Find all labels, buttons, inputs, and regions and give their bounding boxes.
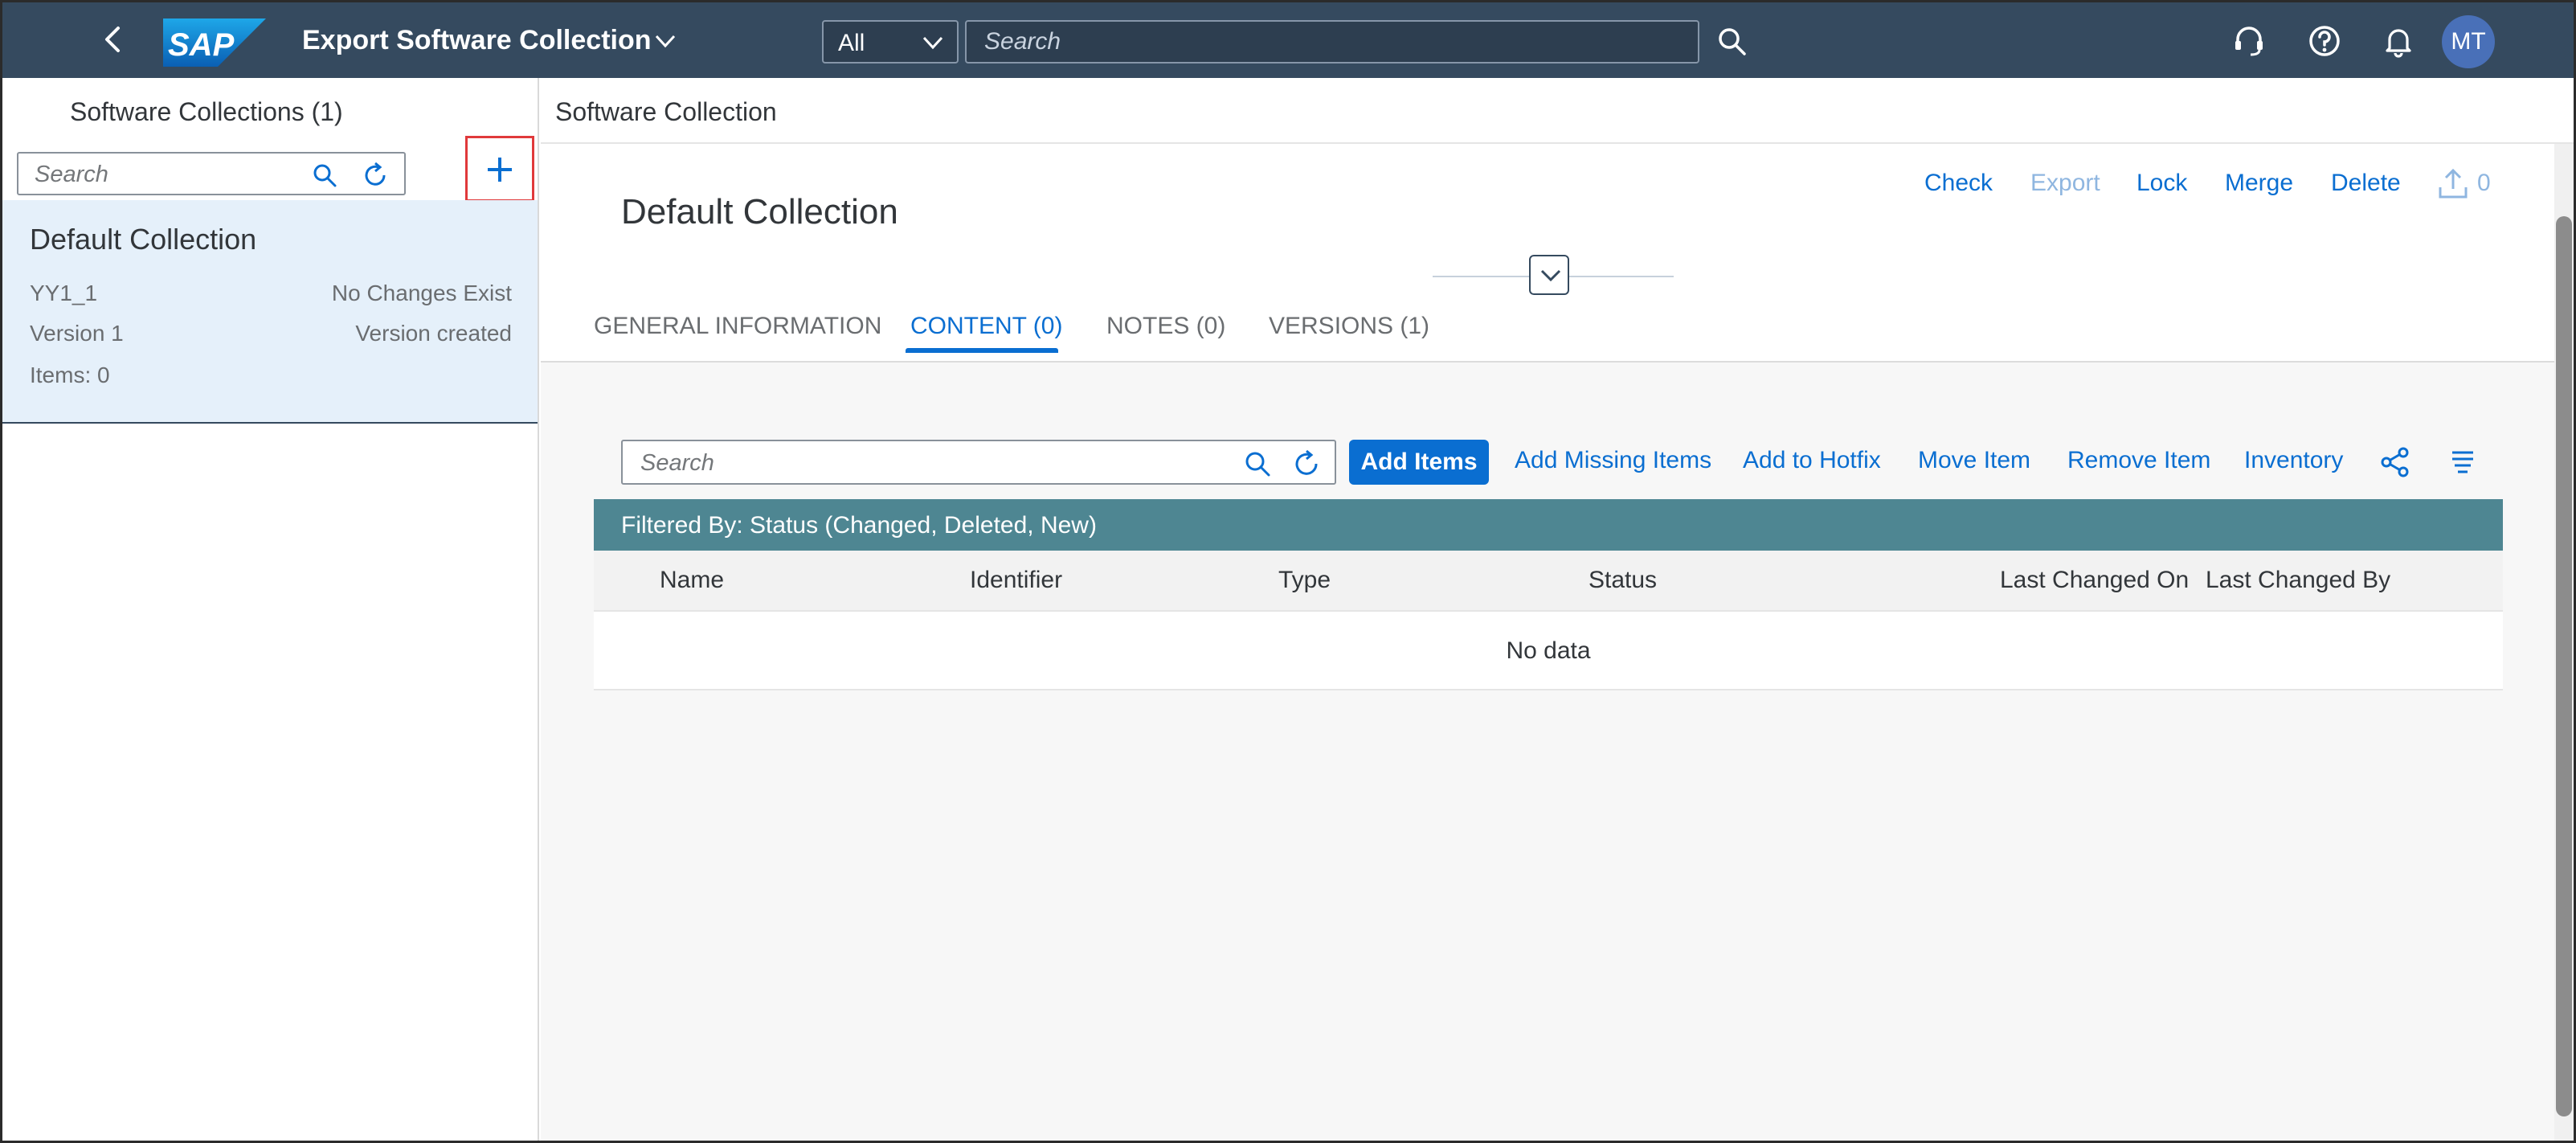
master-title: Software Collections (1): [70, 97, 343, 126]
header-divider: [1569, 276, 1674, 277]
search-icon[interactable]: [1715, 25, 1749, 59]
bell-icon[interactable]: [2381, 23, 2416, 59]
tab-versions[interactable]: VERSIONS (1): [1269, 313, 1429, 340]
scrollbar-thumb[interactable]: [2556, 216, 2572, 1116]
master-panel: Software Collections (1) Search Default …: [2, 78, 539, 1141]
merge-button[interactable]: Merge: [2225, 170, 2293, 197]
content-search-field[interactable]: Search: [621, 440, 1336, 485]
refresh-icon[interactable]: [1293, 449, 1322, 478]
chevron-down-icon[interactable]: [653, 31, 677, 51]
user-avatar[interactable]: MT: [2442, 15, 2495, 68]
list-item-version: Version 1: [30, 321, 124, 346]
headset-icon[interactable]: [2231, 23, 2267, 59]
header-divider: [1433, 276, 1529, 277]
search-icon[interactable]: [311, 162, 338, 189]
add-items-button[interactable]: Add Items: [1349, 440, 1489, 485]
tab-notes[interactable]: NOTES (0): [1106, 313, 1225, 340]
filter-info-bar: Filtered By: Status (Changed, Deleted, N…: [594, 499, 2503, 551]
list-item[interactable]: Default Collection YY1_1 No Changes Exis…: [2, 200, 538, 424]
column-header-last-changed-by[interactable]: Last Changed By: [2206, 567, 2390, 594]
list-item-count: Items: 0: [30, 363, 110, 387]
object-title: Default Collection: [621, 192, 898, 231]
search-scope-select[interactable]: All: [822, 20, 959, 63]
table-settings-icon[interactable]: [2447, 446, 2479, 478]
app-window: SAP Export Software Collection All Searc…: [0, 0, 2576, 1143]
detail-panel: Software Collection Default Collection C…: [541, 78, 2574, 1141]
share-icon[interactable]: [2379, 446, 2411, 478]
search-icon[interactable]: [1243, 449, 1272, 478]
help-icon[interactable]: [2307, 23, 2342, 59]
move-item-button[interactable]: Move Item: [1918, 447, 2030, 474]
lock-button[interactable]: Lock: [2136, 170, 2187, 197]
detail-header-bar: Software Collection: [541, 78, 2574, 144]
list-item-id: YY1_1: [30, 281, 98, 305]
table-body: No data: [594, 612, 2503, 690]
refresh-icon[interactable]: [362, 162, 390, 189]
check-button[interactable]: Check: [1924, 170, 1993, 197]
list-item-title: Default Collection: [30, 223, 257, 256]
column-header-type[interactable]: Type: [1278, 567, 1331, 594]
column-header-last-changed-on[interactable]: Last Changed On: [2000, 567, 2189, 594]
global-search-input[interactable]: [965, 20, 1699, 63]
object-header: Default Collection Check Export Lock Mer…: [541, 144, 2574, 363]
column-header-name[interactable]: Name: [660, 567, 724, 594]
master-search-field[interactable]: Search: [17, 152, 406, 195]
table-header: Name Identifier Type Status Last Changed…: [594, 551, 2503, 612]
add-to-hotfix-button[interactable]: Add to Hotfix: [1743, 447, 1881, 474]
shell-bar: SAP Export Software Collection All Searc…: [2, 2, 2574, 78]
back-icon[interactable]: [97, 23, 129, 55]
delete-button[interactable]: Delete: [2331, 170, 2401, 197]
upload-count: 0: [2477, 170, 2491, 196]
chevron-down-icon: [922, 36, 943, 50]
active-tab-indicator: [906, 348, 1058, 353]
column-header-status[interactable]: Status: [1589, 567, 1657, 594]
column-header-identifier[interactable]: Identifier: [970, 567, 1062, 594]
master-search-placeholder: Search: [35, 162, 108, 187]
search-scope-value: All: [838, 30, 865, 56]
list-item-status: No Changes Exist: [331, 281, 512, 305]
upload-icon[interactable]: [2437, 168, 2469, 200]
collapse-header-button[interactable]: [1529, 255, 1569, 295]
inventory-button[interactable]: Inventory: [2244, 447, 2343, 474]
add-collection-button[interactable]: [465, 136, 534, 202]
plus-icon: [488, 158, 512, 182]
no-data-text: No data: [1506, 637, 1591, 664]
detail-title: Software Collection: [555, 97, 777, 126]
tab-general-information[interactable]: GENERAL INFORMATION: [594, 313, 881, 340]
sap-logo-text: SAP: [168, 27, 235, 63]
filter-info-text: Filtered By: Status (Changed, Deleted, N…: [621, 512, 1097, 539]
chevron-down-icon: [1540, 269, 1561, 282]
export-button[interactable]: Export: [2030, 170, 2100, 197]
remove-item-button[interactable]: Remove Item: [2067, 447, 2210, 474]
list-item-version-status: Version created: [355, 321, 512, 346]
tab-content[interactable]: CONTENT (0): [910, 313, 1062, 340]
sap-logo[interactable]: SAP: [163, 18, 266, 67]
add-missing-items-button[interactable]: Add Missing Items: [1515, 447, 1711, 474]
content-search-placeholder: Search: [640, 450, 714, 476]
app-title[interactable]: Export Software Collection: [302, 25, 652, 56]
